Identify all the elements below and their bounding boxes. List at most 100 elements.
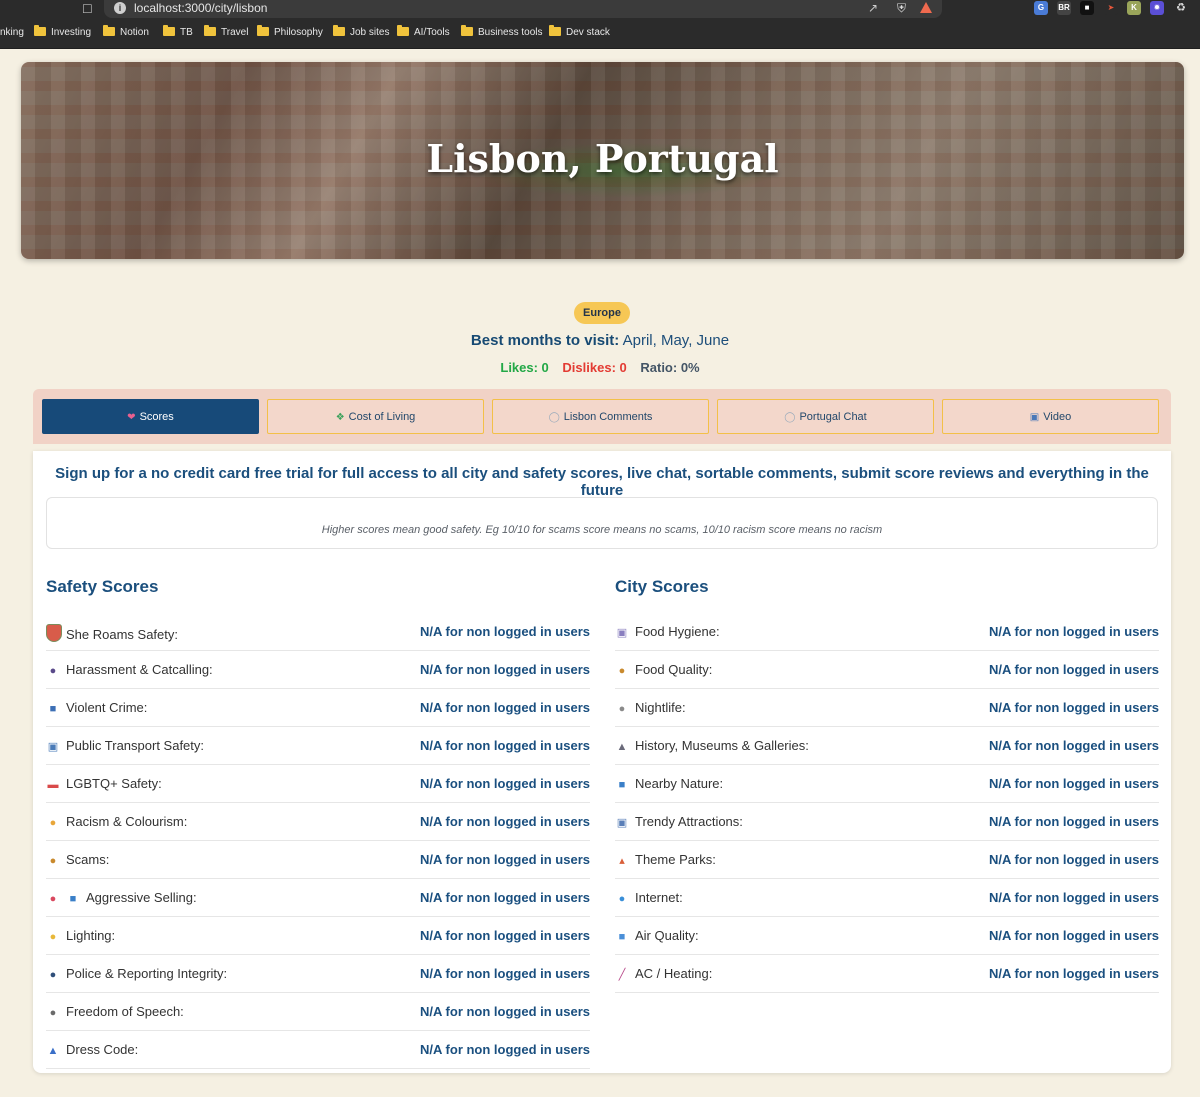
score-value: N/A for non logged in users — [420, 890, 590, 905]
tab-country-chat[interactable]: ◯ Portugal Chat — [717, 399, 934, 434]
score-label: ● Racism & Colourism: — [46, 814, 188, 829]
safety-scores-section: Safety Scores She Roams Safety: N/A for n… — [46, 577, 590, 1069]
score-value: N/A for non logged in users — [420, 624, 590, 639]
bookmark-folder[interactable]: Business tools — [461, 25, 542, 38]
megaphone-icon: ● — [49, 893, 57, 905]
chat-icon: ◯ — [784, 412, 796, 423]
score-label: ● Harassment & Catcalling: — [46, 662, 213, 677]
score-value: N/A for non logged in users — [989, 738, 1159, 753]
score-value: N/A for non logged in users — [989, 814, 1159, 829]
vote-stats: Likes: 0 Dislikes: 0 Ratio: 0% — [0, 360, 1200, 375]
site-info-icon[interactable]: i — [114, 2, 126, 14]
landscape-icon: ■ — [618, 779, 626, 791]
city-scores-section: City Scores ▣ Food Hygiene: N/A for non lo… — [615, 577, 1159, 993]
folder-icon — [397, 25, 409, 36]
address-bar[interactable]: i localhost:3000/city/lisbon ↗ ⛨ — [104, 0, 942, 18]
folder-icon — [257, 25, 269, 36]
speech-bubble-icon: ◯ — [548, 412, 560, 423]
extension-icon[interactable]: BR — [1057, 1, 1071, 15]
score-value: N/A for non logged in users — [989, 776, 1159, 791]
score-label: ● Nightlife: — [615, 700, 686, 715]
score-label: ▲ Dress Code: — [47, 1042, 139, 1057]
bookmark-folder[interactable]: Dev stack — [549, 25, 610, 38]
bookmark-folder[interactable]: Notion — [103, 25, 149, 38]
score-row: She Roams Safety: N/A for non logged in u… — [46, 613, 590, 651]
bookmark-folder[interactable]: Travel — [204, 25, 248, 38]
score-label: ╱ AC / Heating: — [615, 966, 713, 981]
score-row: ■ Violent Crime: N/A for non logged in use… — [46, 689, 590, 727]
tab-city-comments[interactable]: ◯ Lisbon Comments — [492, 399, 709, 434]
air-icon: ■ — [618, 931, 626, 943]
folder-icon — [34, 25, 46, 36]
score-label: ▣ Trendy Attractions: — [616, 814, 743, 829]
folder-icon — [103, 25, 115, 36]
score-row: ╱ AC / Heating: N/A for non logged in user… — [615, 955, 1159, 993]
score-value: N/A for non logged in users — [989, 928, 1159, 943]
score-row: ▲ Dress Code: N/A for non logged in users — [46, 1031, 590, 1069]
folder-icon — [333, 25, 345, 36]
score-label: ▣ Public Transport Safety: — [47, 738, 205, 753]
score-row: ● Lighting: N/A for non logged in users — [46, 917, 590, 955]
money-bag-icon: ● — [49, 855, 57, 867]
translate-extension-icon[interactable]: G — [1034, 1, 1048, 15]
bookmark-folder[interactable]: AI/Tools — [397, 25, 450, 38]
score-label: ■ Air Quality: — [615, 928, 699, 943]
bookmark-folder[interactable]: Job sites — [333, 25, 389, 38]
bookmark-item[interactable]: nking — [0, 27, 24, 38]
train-icon: ▣ — [47, 741, 59, 753]
tab-video[interactable]: ▣ Video — [942, 399, 1159, 434]
speaking-head-icon: ● — [49, 665, 57, 677]
score-row: ■ Nearby Nature: N/A for non logged in use… — [615, 765, 1159, 803]
burger-icon: ● — [618, 665, 626, 677]
extensions-puzzle-icon[interactable]: ♻ — [1174, 1, 1188, 15]
score-row: ▲ History, Museums & Galleries: N/A for no… — [615, 727, 1159, 765]
score-row: ● Food Quality: N/A for non logged in user… — [615, 651, 1159, 689]
score-value: N/A for non logged in users — [420, 1004, 590, 1019]
score-value: N/A for non logged in users — [989, 966, 1159, 981]
tab-scores[interactable]: ❤ Scores — [42, 399, 259, 434]
tab-cost-of-living[interactable]: ❖ Cost of Living — [267, 399, 484, 434]
url-text[interactable]: localhost:3000/city/lisbon — [134, 1, 267, 15]
extension-icon[interactable]: ➤ — [1104, 1, 1118, 15]
extension-icon[interactable]: K — [1127, 1, 1141, 15]
extension-icon[interactable]: ✹ — [1150, 1, 1164, 15]
score-row: ▴ Theme Parks: N/A for non logged in users — [615, 841, 1159, 879]
bookmark-folder[interactable]: Philosophy — [257, 25, 323, 38]
extension-icon[interactable]: ■ — [1080, 1, 1094, 15]
score-label: ● Scams: — [46, 852, 110, 867]
score-label: ■ Violent Crime: — [46, 700, 148, 715]
bookmark-folder[interactable]: TB — [163, 25, 193, 38]
score-value: N/A for non logged in users — [989, 624, 1159, 639]
disco-ball-icon: ● — [618, 703, 626, 715]
brave-shield-icon[interactable]: ⛨ — [897, 1, 906, 16]
bookmark-folder[interactable]: Investing — [34, 25, 91, 38]
score-value: N/A for non logged in users — [420, 662, 590, 677]
score-label: ● Lighting: — [46, 928, 115, 943]
safety-scores-title: Safety Scores — [46, 577, 159, 596]
score-value: N/A for non logged in users — [420, 776, 590, 791]
score-label: ▣ Food Hygiene: — [616, 624, 720, 639]
police-officer-icon: ● — [49, 969, 57, 981]
best-months-value: April, May, June — [622, 332, 730, 349]
browser-toolbar: ☐ i localhost:3000/city/lisbon ↗ ⛨ G BR … — [0, 0, 1200, 20]
money-icon: ❖ — [335, 412, 345, 423]
score-value: N/A for non logged in users — [420, 966, 590, 981]
score-row: ● Harassment & Catcalling: N/A for non log… — [46, 651, 590, 689]
share-icon[interactable]: ↗ — [868, 1, 878, 15]
raised-fist-icon: ● — [49, 817, 57, 829]
folder-icon — [549, 25, 561, 36]
brave-rewards-icon[interactable] — [920, 2, 932, 13]
score-label: ● Internet: — [615, 890, 683, 905]
score-value: N/A for non logged in users — [989, 852, 1159, 867]
museum-icon: ▲ — [616, 741, 628, 753]
signup-banner[interactable]: Sign up for a no credit card free trial … — [33, 465, 1171, 499]
shield-icon — [46, 624, 62, 642]
dress-icon: ▲ — [47, 1045, 59, 1057]
city-tabs: ❤ Scores ❖ Cost of Living ◯ Lisbon Comments… — [33, 389, 1171, 444]
bookmark-star-icon[interactable]: ☐ — [82, 2, 94, 16]
globe-icon: ● — [618, 893, 626, 905]
score-label: ▲ History, Museums & Galleries: — [616, 738, 809, 753]
score-value: N/A for non logged in users — [420, 928, 590, 943]
score-row: ● Nightlife: N/A for non logged in users — [615, 689, 1159, 727]
score-row: ● Police & Reporting Integrity: N/A for no… — [46, 955, 590, 993]
